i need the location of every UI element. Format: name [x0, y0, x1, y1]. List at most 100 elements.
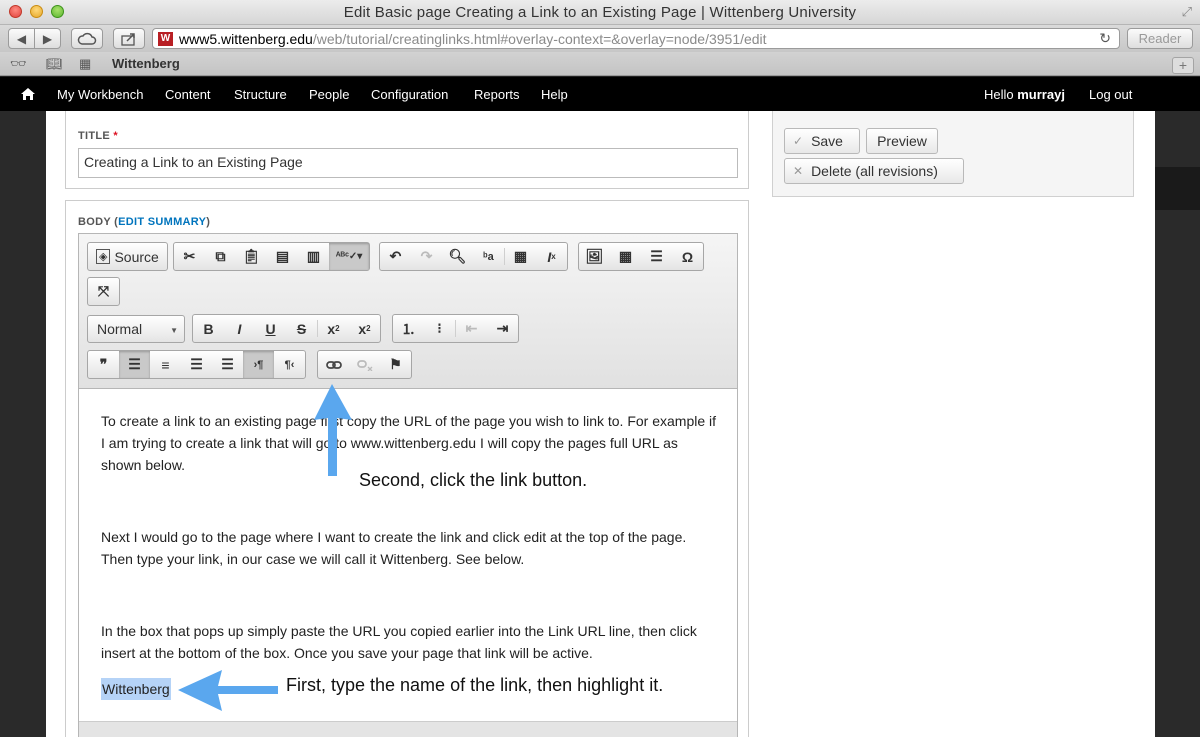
paste-word-icon[interactable]: ▥ — [298, 243, 329, 270]
body-panel: BODY (EDIT SUMMARY) ◈ Source ✂ ⧉ 📋︎ ▤ ▥ — [65, 200, 749, 737]
special-character-icon[interactable]: Ω — [672, 243, 703, 270]
indent-icon[interactable]: ⇥ — [487, 315, 518, 342]
find-icon[interactable]: 🔍︎ — [442, 243, 473, 270]
title-input[interactable]: Creating a Link to an Existing Page — [78, 148, 738, 178]
menu-people[interactable]: People — [309, 87, 349, 102]
new-tab-icon[interactable]: + — [1172, 57, 1194, 74]
cut-icon[interactable]: ✂ — [174, 243, 205, 270]
spellcheck-icon[interactable]: ᴬᴮᶜ✓▾ — [329, 243, 369, 270]
paste-icon[interactable]: 📋︎ — [236, 243, 267, 270]
menu-my-workbench[interactable]: My Workbench — [57, 87, 143, 102]
horizontal-line-icon[interactable]: ☰ — [641, 243, 672, 270]
block-group: ❞ ☰ ≡ ☰ ☰ ›¶ ¶‹ — [87, 350, 306, 379]
bulleted-list-icon[interactable]: ⁝ — [424, 315, 455, 342]
align-left-icon[interactable]: ☰ — [119, 351, 150, 378]
address-bar[interactable]: W www5.wittenberg.edu/web/tutorial/creat… — [152, 28, 1120, 49]
close-icon: ✕ — [793, 164, 804, 178]
unlink-chain-glyph — [356, 359, 372, 371]
menu-help[interactable]: Help — [541, 87, 568, 102]
reading-list-icon[interactable]: 👓︎ — [10, 56, 27, 72]
bookmark-wittenberg[interactable]: Wittenberg — [112, 56, 180, 71]
source-button[interactable]: ◈ Source — [88, 249, 167, 265]
chevron-down-icon: ▼ — [170, 326, 178, 335]
align-center-icon[interactable]: ≡ — [150, 351, 181, 378]
delete-button[interactable]: ✕ Delete (all revisions) — [784, 158, 964, 184]
select-all-icon[interactable]: ▦ — [505, 243, 536, 270]
reader-button[interactable]: Reader — [1127, 28, 1193, 49]
table-icon[interactable]: ▦ — [610, 243, 641, 270]
save-label: Save — [811, 133, 843, 149]
reload-icon[interactable]: ↻ — [1099, 30, 1111, 47]
save-button[interactable]: ✓ Save — [784, 128, 860, 154]
editor-toolbar: ◈ Source ✂ ⧉ 📋︎ ▤ ▥ ᴬᴮᶜ✓▾ ↶ ↷ 🔍︎ ᵇa ▦ I … — [79, 234, 737, 389]
required-mark: * — [113, 130, 119, 142]
home-icon[interactable] — [20, 86, 36, 102]
window-titlebar: Edit Basic page Creating a Link to an Ex… — [0, 0, 1200, 25]
remove-format-icon[interactable]: Ix — [536, 243, 567, 270]
source-label: Source — [114, 248, 159, 265]
basic-styles-group: B I U S x2 x2 — [192, 314, 381, 343]
edit-summary-link[interactable]: EDIT SUMMARY — [118, 216, 206, 228]
wittenberg-favicon-icon: W — [158, 32, 173, 46]
edit-summary-close: ) — [206, 216, 211, 228]
paste-text-icon[interactable]: ▤ — [267, 243, 298, 270]
bold-icon[interactable]: B — [193, 315, 224, 342]
annotation-second-step: Second, click the link button. — [359, 470, 588, 490]
align-right-icon[interactable]: ☰ — [181, 351, 212, 378]
menu-content[interactable]: Content — [165, 87, 211, 102]
logout-link[interactable]: Log out — [1089, 87, 1132, 102]
forward-button[interactable]: ▶ — [34, 28, 61, 49]
delete-label: Delete (all revisions) — [811, 163, 938, 179]
forward-icon: ▶ — [42, 31, 53, 46]
undo-group: ↶ ↷ 🔍︎ ᵇa ▦ Ix — [379, 242, 568, 271]
anchor-flag-icon[interactable]: ⚑ — [380, 351, 411, 378]
replace-icon[interactable]: ᵇa — [473, 243, 504, 270]
top-sites-icon[interactable]: ▦ — [79, 56, 91, 72]
menu-reports[interactable]: Reports — [474, 87, 520, 102]
image-icon[interactable]: 🖼︎ — [579, 243, 610, 270]
maximize-icon[interactable]: ⤧ — [88, 278, 119, 305]
strikethrough-icon[interactable]: S — [286, 315, 317, 342]
back-icon: ◀ — [16, 31, 27, 46]
undo-icon[interactable]: ↶ — [380, 243, 411, 270]
source-group: ◈ Source — [87, 242, 168, 271]
icloud-tabs-button[interactable] — [71, 28, 103, 49]
insert-group: 🖼︎ ▦ ☰ Ω — [578, 242, 704, 271]
username[interactable]: murrayj — [1017, 87, 1065, 102]
title-label-text: TITLE — [78, 130, 111, 142]
italic-icon[interactable]: I — [224, 315, 255, 342]
numbered-list-icon[interactable]: ⒈ — [393, 315, 424, 342]
menu-configuration[interactable]: Configuration — [371, 87, 448, 102]
superscript-icon[interactable]: x2 — [349, 315, 380, 342]
ltr-icon[interactable]: ›¶ — [243, 351, 274, 378]
rtl-icon[interactable]: ¶‹ — [274, 351, 305, 378]
justify-icon[interactable]: ☰ — [212, 351, 243, 378]
window-title: Edit Basic page Creating a Link to an Ex… — [343, 4, 857, 21]
unlink-icon[interactable] — [349, 351, 380, 378]
up-arrow-annotation-icon — [314, 384, 352, 476]
url-text: www5.wittenberg.edu/web/tutorial/creatin… — [179, 31, 767, 47]
back-button[interactable]: ◀ — [8, 28, 35, 49]
copy-icon[interactable]: ⧉ — [205, 243, 236, 270]
url-path: /web/tutorial/creatinglinks.html#overlay… — [312, 31, 767, 47]
hello-prefix: Hello — [984, 87, 1018, 102]
blockquote-icon[interactable]: ❞ — [88, 351, 119, 378]
body-label-text: BODY — [78, 216, 111, 228]
menu-structure[interactable]: Structure — [234, 87, 287, 102]
clipboard-group: ✂ ⧉ 📋︎ ▤ ▥ ᴬᴮᶜ✓▾ — [173, 242, 370, 271]
underline-icon[interactable]: U — [255, 315, 286, 342]
redo-icon[interactable]: ↷ — [411, 243, 442, 270]
url-host: www5.wittenberg.edu — [179, 31, 313, 47]
link-icon[interactable] — [318, 351, 349, 378]
bookmarks-icon[interactable]: 📖︎ — [46, 56, 63, 72]
subscript-icon[interactable]: x2 — [318, 315, 349, 342]
left-arrow-annotation-icon — [178, 670, 278, 711]
hello-user: Hello murrayj — [984, 87, 1065, 102]
icloud-icon — [77, 32, 97, 45]
fullscreen-icon[interactable]: ⤢ — [1182, 4, 1192, 20]
preview-button[interactable]: Preview — [866, 128, 938, 154]
format-select[interactable]: Normal ▼ — [87, 315, 185, 343]
highlighted-link-text[interactable]: Wittenberg — [101, 678, 171, 700]
share-button[interactable] — [113, 28, 145, 49]
outdent-icon[interactable]: ⇤ — [456, 315, 487, 342]
